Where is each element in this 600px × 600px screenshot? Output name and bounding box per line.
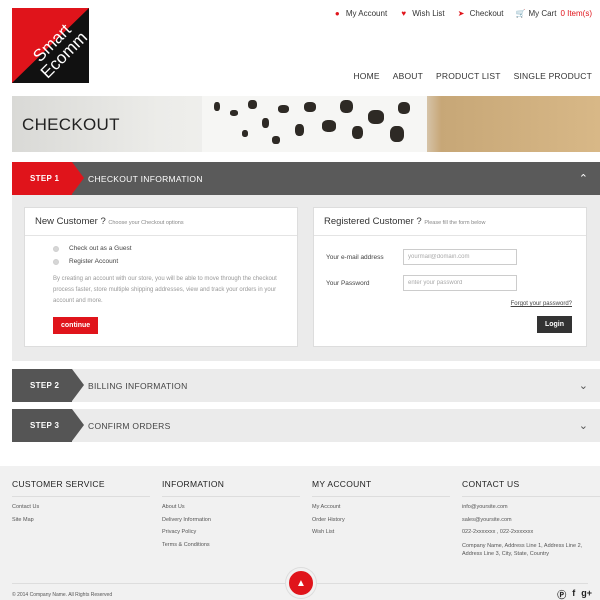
chevron-down-icon[interactable]: ⌄: [579, 419, 588, 432]
step-1-label: STEP 1: [12, 162, 84, 195]
site-footer: CUSTOMER SERVICE Contact Us Site Map INF…: [0, 466, 600, 600]
cart-label: My Cart: [528, 9, 557, 18]
contact-phone: 022-2xxxxxxx , 022-2xxxxxxx: [462, 529, 534, 535]
contact-email-2[interactable]: sales@yoursite.com: [462, 517, 600, 530]
nav-about[interactable]: ABOUT: [393, 71, 423, 81]
forgot-password-link[interactable]: Forgot your password?: [511, 301, 572, 307]
cart-count: 0 Item(s): [560, 9, 592, 18]
email-field[interactable]: [403, 249, 517, 265]
registered-customer-panel: Registered Customer ? Please fill the fo…: [313, 207, 587, 347]
cart-icon: 🛒: [515, 9, 526, 18]
footer-contact: CONTACT US info@yoursite.com sales@yours…: [462, 479, 600, 559]
new-customer-title: New Customer ?: [35, 216, 106, 227]
google-plus-icon[interactable]: g+: [581, 588, 592, 600]
step-3-label: STEP 3: [12, 409, 84, 442]
chevron-up-icon: ▲: [296, 577, 306, 589]
my-account-label: My Account: [345, 9, 388, 18]
step-2-header[interactable]: STEP 2 BILLING INFORMATION ⌄: [12, 369, 600, 402]
heart-icon: ♥: [401, 9, 407, 18]
wish-list-link[interactable]: ♥ Wish List: [399, 9, 444, 18]
arrow-circle-icon: ➤: [457, 9, 465, 18]
footer-link[interactable]: Contact Us: [12, 504, 150, 517]
footer-link[interactable]: My Account: [312, 504, 450, 517]
checkout-link[interactable]: ➤ Checkout: [457, 9, 504, 18]
step-2-label: STEP 2: [12, 369, 84, 402]
nav-single-product[interactable]: SINGLE PRODUCT: [514, 71, 592, 81]
password-label: Your Password: [326, 279, 370, 287]
footer-link[interactable]: Terms & Conditions: [162, 542, 300, 555]
my-account-link[interactable]: ● My Account: [333, 9, 387, 18]
step-2-title: BILLING INFORMATION: [88, 380, 188, 391]
step-1-body: New Customer ? Choose your Checkout opti…: [12, 195, 600, 361]
continue-button[interactable]: continue: [53, 317, 99, 334]
new-customer-heading: New Customer ? Choose your Checkout opti…: [25, 208, 297, 236]
copyright: © 2014 Company Name. All Rights Reserved: [12, 592, 113, 598]
facebook-icon[interactable]: f: [572, 588, 575, 600]
guest-radio[interactable]: Check out as a Guest: [53, 242, 297, 255]
radio-icon[interactable]: [53, 245, 59, 252]
checkout-steps: STEP 1 CHECKOUT INFORMATION ⌃ New Custom…: [12, 162, 600, 442]
new-customer-sub: Choose your Checkout options: [108, 220, 184, 226]
chevron-down-icon[interactable]: ⌄: [579, 379, 588, 392]
pinterest-icon[interactable]: Ⓟ: [557, 588, 566, 600]
footer-link[interactable]: Site Map: [12, 517, 150, 530]
logo[interactable]: Smart Ecomm: [12, 8, 89, 83]
user-icon: ●: [334, 9, 340, 18]
new-customer-panel: New Customer ? Choose your Checkout opti…: [24, 207, 298, 347]
contact-address: Company Name, Address Line 1, Address Li…: [462, 542, 583, 558]
chevron-up-icon[interactable]: ⌃: [579, 172, 588, 185]
top-links: ● My Account ♥ Wish List ➤ Checkout 🛒 My…: [333, 9, 592, 18]
footer-heading: CONTACT US: [462, 479, 600, 497]
email-row: Your e-mail address: [326, 244, 586, 270]
main-nav: HOME ABOUT PRODUCT LIST SINGLE PRODUCT: [353, 71, 592, 81]
password-field[interactable]: [403, 275, 517, 291]
footer-link[interactable]: Delivery Information: [162, 517, 300, 530]
footer-link[interactable]: About Us: [162, 504, 300, 517]
footer-heading: INFORMATION: [162, 479, 300, 497]
footer-my-account: MY ACCOUNT My Account Order History Wish…: [312, 479, 450, 542]
registered-heading: Registered Customer ? Please fill the fo…: [314, 208, 586, 236]
checkout-label: Checkout: [469, 9, 504, 18]
radio-icon[interactable]: [53, 258, 59, 265]
password-row: Your Password: [326, 270, 586, 296]
new-customer-description: By creating an account with our store, y…: [53, 276, 277, 304]
wish-list-label: Wish List: [412, 9, 445, 18]
email-label: Your e-mail address: [326, 253, 384, 261]
footer-link[interactable]: Order History: [312, 517, 450, 530]
cart-link[interactable]: 🛒 My Cart 0 Item(s): [515, 9, 592, 18]
page-banner: CHECKOUT: [12, 96, 600, 152]
footer-link[interactable]: Privacy Policy: [162, 529, 300, 542]
login-button[interactable]: Login: [536, 316, 572, 333]
scroll-top-button[interactable]: ▲: [286, 568, 316, 598]
footer-information: INFORMATION About Us Delivery Informatio…: [162, 479, 300, 554]
nav-home[interactable]: HOME: [353, 71, 379, 81]
banner-image: [202, 96, 427, 152]
nav-product-list[interactable]: PRODUCT LIST: [436, 71, 501, 81]
step-1-header[interactable]: STEP 1 CHECKOUT INFORMATION ⌃: [12, 162, 600, 195]
footer-heading: CUSTOMER SERVICE: [12, 479, 150, 497]
contact-email-1[interactable]: info@yoursite.com: [462, 504, 600, 517]
social-links: Ⓟ f g+: [557, 588, 592, 600]
step-1-title: CHECKOUT INFORMATION: [88, 173, 203, 184]
register-radio[interactable]: Register Account: [53, 255, 297, 268]
registered-title: Registered Customer ?: [324, 216, 422, 227]
register-radio-label: Register Account: [69, 258, 119, 265]
page-title: CHECKOUT: [22, 115, 120, 134]
guest-radio-label: Check out as a Guest: [69, 245, 132, 252]
footer-customer-service: CUSTOMER SERVICE Contact Us Site Map: [12, 479, 150, 529]
step-3-header[interactable]: STEP 3 CONFIRM ORDERS ⌄: [12, 409, 600, 442]
footer-link[interactable]: Wish List: [312, 529, 450, 542]
footer-heading: MY ACCOUNT: [312, 479, 450, 497]
step-3-title: CONFIRM ORDERS: [88, 420, 171, 431]
registered-sub: Please fill the form below: [424, 220, 486, 226]
